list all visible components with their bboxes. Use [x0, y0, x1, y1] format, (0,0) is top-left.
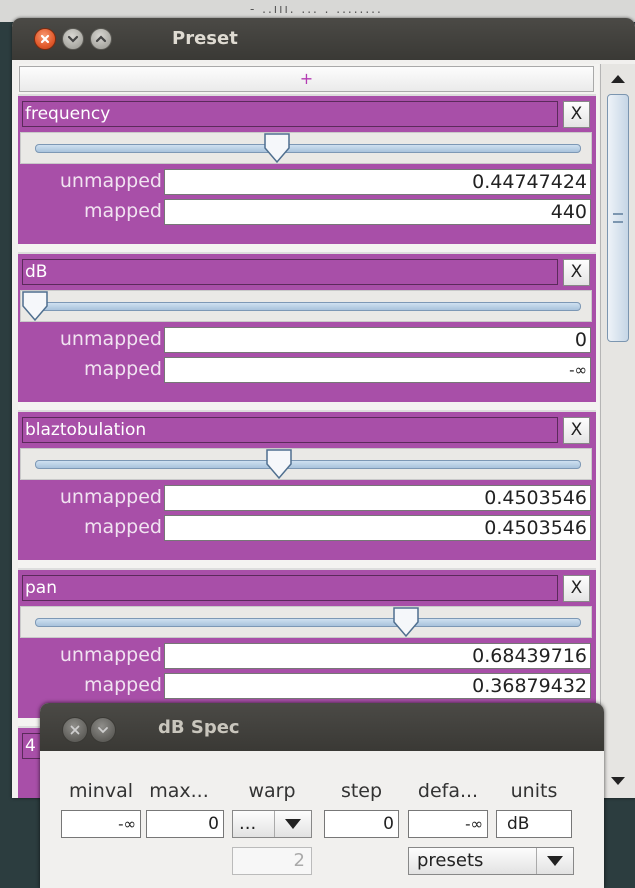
mapped-value-field[interactable]: 0.4503546 [164, 515, 591, 541]
mapped-value-field[interactable]: 440 [164, 199, 591, 225]
window-title: dB Spec [158, 717, 240, 738]
title-bar[interactable]: dB Spec [40, 703, 604, 751]
slider-track [35, 460, 581, 469]
minval-header: minval [69, 780, 133, 802]
title-bar[interactable]: Preset [12, 18, 635, 60]
minimize-window-button[interactable] [90, 717, 116, 743]
unmapped-value-field[interactable]: 0 [164, 327, 591, 353]
presets-dropdown[interactable]: presets [408, 847, 574, 875]
remove-parameter-button[interactable]: X [563, 417, 590, 444]
remove-parameter-button[interactable]: X [563, 575, 590, 602]
minimize-window-button[interactable] [62, 28, 84, 50]
step-header: step [340, 780, 383, 802]
window-title: Preset [172, 28, 238, 49]
units-field[interactable]: dB [496, 810, 572, 838]
slider-thumb[interactable] [265, 448, 293, 480]
mapped-value-field[interactable]: 0.36879432 [164, 673, 591, 699]
slider-track [35, 302, 581, 311]
preset-window: Preset + frequency X unmapped 0.44747424… [12, 18, 635, 798]
slider-track [35, 144, 581, 153]
parameter-panel-blaztobulation: blaztobulation X unmapped 0.4503546 mapp… [18, 410, 596, 560]
remove-parameter-button[interactable]: X [563, 101, 590, 128]
parameter-panel-db: dB X unmapped 0 mapped -∞ [18, 252, 596, 402]
preset-list: + frequency X unmapped 0.44747424 mapped… [18, 64, 599, 798]
mapped-label: mapped [83, 358, 162, 380]
scrollbar-thumb[interactable] [607, 94, 629, 342]
unmapped-label: unmapped [59, 328, 162, 350]
add-parameter-button[interactable]: + [19, 66, 594, 92]
grip-icon [613, 213, 623, 223]
remove-parameter-button[interactable]: X [563, 259, 590, 286]
parameter-slider[interactable] [20, 606, 592, 638]
parameter-name-field[interactable]: pan [22, 575, 558, 601]
mapped-label: mapped [83, 200, 162, 222]
vertical-scrollbar[interactable] [600, 64, 635, 798]
maxval-field[interactable]: 0 [146, 810, 224, 838]
chevron-down-icon [274, 811, 311, 837]
parameter-slider[interactable] [20, 448, 592, 480]
scroll-down-arrow-icon[interactable] [605, 768, 631, 794]
parameter-slider[interactable] [20, 290, 592, 322]
minval-field[interactable]: -∞ [61, 810, 141, 838]
warp-dropdown[interactable]: ... [232, 810, 312, 838]
unmapped-label: unmapped [59, 644, 162, 666]
default-field[interactable]: -∞ [408, 810, 488, 838]
default-header: defa... [417, 780, 479, 802]
parameter-slider[interactable] [20, 132, 592, 164]
unmapped-value-field[interactable]: 0.4503546 [164, 485, 591, 511]
parameter-name-field[interactable]: frequency [22, 101, 558, 127]
parameter-panel-frequency: frequency X unmapped 0.44747424 mapped 4… [18, 94, 596, 244]
warp-header: warp [248, 780, 296, 802]
mapped-value-field[interactable]: -∞ [164, 357, 591, 383]
db-spec-window: dB Spec minval max... warp step defa... … [40, 703, 604, 888]
close-window-button[interactable] [34, 28, 56, 50]
maxval-header: max... [149, 780, 209, 802]
mapped-label: mapped [83, 674, 162, 696]
slider-thumb[interactable] [21, 290, 49, 322]
scroll-up-arrow-icon[interactable] [605, 66, 631, 92]
step-field[interactable]: 0 [324, 810, 399, 838]
close-window-button[interactable] [62, 717, 88, 743]
warp-value: ... [239, 813, 257, 834]
maximize-window-button[interactable] [90, 28, 112, 50]
slider-thumb[interactable] [392, 606, 420, 638]
unmapped-value-field[interactable]: 0.44747424 [164, 169, 591, 195]
mapped-label: mapped [83, 516, 162, 538]
unmapped-label: unmapped [59, 486, 162, 508]
chevron-down-icon [536, 848, 573, 874]
slider-track [35, 618, 581, 627]
slider-thumb[interactable] [263, 132, 291, 164]
parameter-panel-pan: pan X unmapped 0.68439716 mapped 0.36879… [18, 568, 596, 718]
warp-curve-field: 2 [232, 847, 312, 875]
parameter-name-field[interactable]: dB [22, 259, 558, 285]
parameter-name-field[interactable]: blaztobulation [22, 417, 558, 443]
presets-label: presets [417, 850, 484, 871]
unmapped-value-field[interactable]: 0.68439716 [164, 643, 591, 669]
units-header: units [510, 780, 558, 802]
unmapped-label: unmapped [59, 170, 162, 192]
